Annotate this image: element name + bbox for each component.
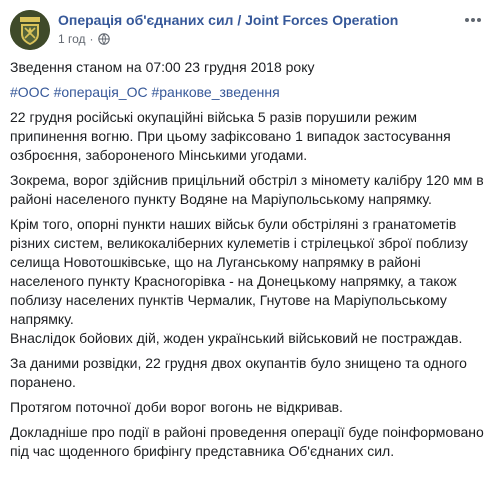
more-options-button[interactable] (463, 12, 483, 28)
meta-separator: · (89, 32, 94, 46)
post-header: Операція об'єднаних сил / Joint Forces O… (10, 10, 485, 50)
paragraph-intelligence: За даними розвідки, 22 грудня двох окупа… (10, 355, 467, 390)
post-timestamp[interactable]: 1 год (58, 32, 86, 46)
hashtag-oos[interactable]: #ООС (10, 84, 50, 100)
paragraph-no-fire-today: Протягом поточної доби ворог вогонь не в… (10, 399, 343, 415)
paragraph-strongpoints-shelled: Крім того, опорні пункти наших військ бу… (10, 216, 468, 327)
page-avatar[interactable] (10, 10, 50, 50)
globe-icon[interactable] (97, 33, 110, 45)
hashtag-operatsiia-os[interactable]: #операція_ОС (54, 84, 148, 100)
report-title: Зведення станом на 07:00 23 грудня 2018 … (10, 59, 315, 75)
paragraph-mortar-shelling: Зокрема, ворог здійснив прицільний обстр… (10, 172, 484, 207)
hashtag-row: #ООС #операція_ОС #ранкове_зведення (10, 83, 488, 102)
paragraph-ceasefire-violations: 22 грудня російські окупаційні війська 5… (10, 109, 451, 163)
more-options-icon (465, 18, 481, 22)
paragraph-no-casualties: Внаслідок бойових дій, жоден український… (10, 330, 463, 346)
hashtag-rankove-zvedennia[interactable]: #ранкове_зведення (151, 84, 279, 100)
emblem-icon (10, 10, 50, 50)
post-body: Зведення станом на 07:00 23 грудня 2018 … (10, 58, 488, 467)
page-name-link[interactable]: Операція об'єднаних сил / Joint Forces O… (58, 12, 398, 28)
paragraph-briefing-note: Докладніше про події в районі проведення… (10, 424, 484, 459)
post-meta: 1 год · (58, 31, 110, 47)
